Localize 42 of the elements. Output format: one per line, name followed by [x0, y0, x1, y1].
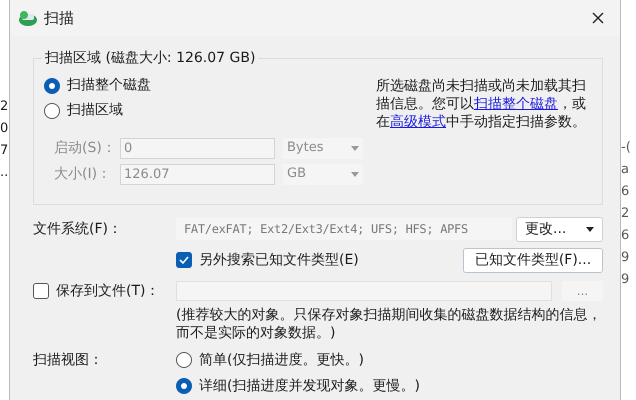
close-icon	[591, 11, 605, 25]
checkbox[interactable]	[33, 283, 49, 299]
checkmark-icon	[178, 254, 190, 266]
caret-icon	[351, 172, 359, 176]
field-label: 文件系统(F)：	[33, 220, 123, 238]
disk-icon	[18, 9, 38, 27]
background-text: 6	[621, 228, 630, 244]
link[interactable]: 扫描整个磁盘	[474, 96, 558, 112]
field-label: 启动(S)：	[54, 138, 117, 158]
background-text: 9	[621, 272, 630, 288]
caret-icon	[586, 226, 594, 232]
background-text: a	[621, 162, 630, 178]
background-text: 0	[0, 120, 9, 138]
info-text: 所选磁盘尚未扫描或尚未加载其扫描信息。您可以扫描整个磁盘，或在高级模式中手动指定扫描参数。	[376, 77, 587, 132]
radio-button[interactable]	[176, 352, 192, 368]
file-system-field: FAT/exFAT; Ext2/Ext3/Ext4; UFS; HFS; APFS	[176, 218, 512, 240]
field-label: 大小(I)：	[54, 164, 112, 184]
background-text: ..	[0, 164, 9, 182]
browse-button[interactable]: ...	[562, 281, 603, 301]
checkbox[interactable]	[176, 252, 192, 268]
window-title: 扫描	[44, 8, 74, 29]
radio-label: 扫描整个磁盘	[67, 76, 151, 95]
background-text: 2	[621, 206, 630, 222]
background-text: 9	[621, 250, 630, 266]
radio-label: 详细(扫描进度并发现对象。更慢。)	[199, 376, 420, 396]
field-label: 扫描视图：	[33, 351, 104, 370]
note-text: (推荐较大的对象。只保存对象扫描期间收集的磁盘数据结构的信息，而不是实际的对象数据。)	[175, 306, 602, 342]
known-types-button[interactable]: 已知文件类型(F)...	[463, 248, 603, 272]
background-text: 6	[621, 184, 630, 200]
checkbox-label: 另外搜索已知文件类型(E)	[199, 250, 359, 270]
radio-button[interactable]	[44, 102, 60, 118]
radio-label: 简单(仅扫描进度。更快。)	[199, 350, 364, 370]
change-button[interactable]: 更改...	[516, 216, 603, 242]
caret-icon	[351, 146, 359, 150]
background-text: 7.	[0, 142, 9, 160]
background-text: -(	[621, 140, 632, 156]
radio-button[interactable]	[176, 378, 192, 394]
background-text: 2.	[0, 98, 9, 116]
radio-button[interactable]	[44, 78, 60, 94]
radio-label: 扫描区域	[67, 101, 123, 120]
checkbox-label: 保存到文件(T)：	[56, 282, 160, 300]
link[interactable]: 高级模式	[390, 114, 446, 130]
